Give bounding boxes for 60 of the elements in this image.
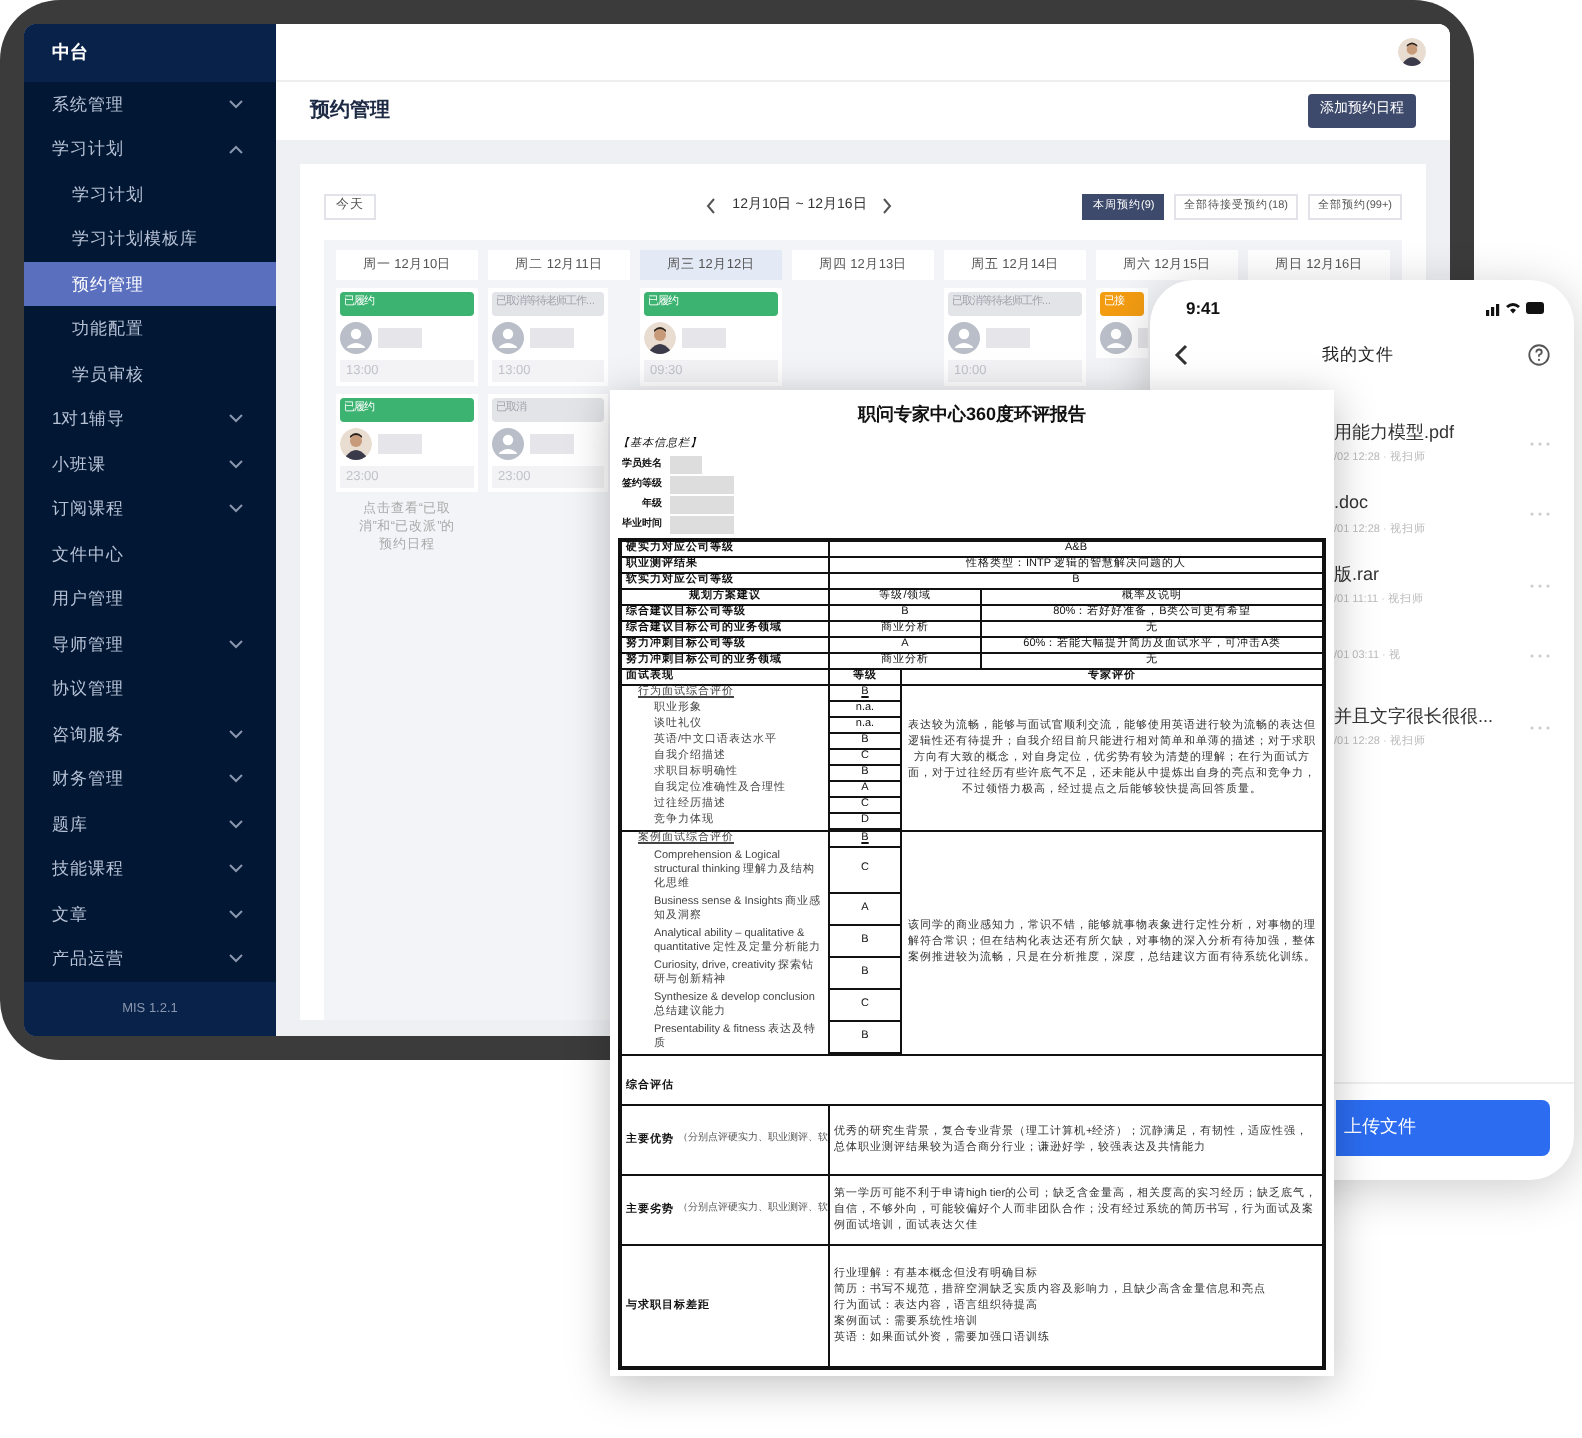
file-name[interactable]: 版.rar: [1334, 561, 1425, 589]
chevron-down-icon: [228, 864, 244, 875]
redacted-name: [378, 328, 422, 348]
sidebar-item[interactable]: 订阅课程: [24, 486, 276, 532]
chevron-down-icon: [228, 954, 244, 965]
redacted-value: [670, 495, 734, 514]
sidebar-item[interactable]: 小班课: [24, 441, 276, 487]
chevron-down-icon: [228, 774, 244, 785]
help-icon[interactable]: [1528, 343, 1550, 365]
sidebar-item[interactable]: 导师管理: [24, 621, 276, 667]
sidebar-item[interactable]: 文件中心: [24, 531, 276, 577]
sidebar-item[interactable]: 文章: [24, 891, 276, 937]
redacted-value: [670, 515, 734, 534]
sidebar-subitem[interactable]: 学员审核: [24, 351, 276, 397]
sidebar-item[interactable]: 学习计划: [24, 126, 276, 172]
upload-button[interactable]: 上传文件: [1336, 1100, 1550, 1156]
sidebar-item[interactable]: 用户管理: [24, 576, 276, 622]
file-name[interactable]: 用能力模型.pdf: [1334, 419, 1455, 447]
status-icons: [1486, 300, 1546, 316]
sidebar-item[interactable]: 产品运营: [24, 936, 276, 982]
user-avatar-icon: [1100, 322, 1132, 354]
chevron-down-icon: [228, 459, 244, 470]
page-title: 预约管理: [310, 97, 390, 126]
chevron-down-icon: [228, 819, 244, 830]
chevron-down-icon: [228, 729, 244, 740]
chevron-left-icon[interactable]: [706, 198, 717, 214]
redacted-name: [530, 434, 574, 454]
app-title: 中台: [52, 39, 88, 66]
chevron-right-icon[interactable]: [882, 198, 893, 214]
back-icon[interactable]: [1174, 343, 1188, 365]
sidebar-subitem[interactable]: 功能配置: [24, 306, 276, 352]
status-time: 9:41: [1186, 295, 1221, 321]
redacted-name: [986, 328, 1030, 348]
user-avatar-icon: [948, 322, 980, 354]
file-name[interactable]: 并且文字很长很很...: [1334, 703, 1494, 731]
user-avatar-icon: [492, 322, 524, 354]
sidebar-item[interactable]: 协议管理: [24, 666, 276, 712]
sidebar-item[interactable]: 咨询服务: [24, 711, 276, 757]
sidebar-item[interactable]: 系统管理: [24, 81, 276, 127]
redacted-name: [682, 328, 726, 348]
sidebar-subitem[interactable]: 学习计划模板库: [24, 216, 276, 262]
chevron-down-icon: [228, 639, 244, 650]
chevron-up-icon: [228, 144, 244, 155]
redacted-name: [530, 328, 574, 348]
document-title: 职问专家中心360度环评报告: [855, 402, 1089, 428]
chevron-down-icon: [228, 414, 244, 425]
user-avatar-icon: [492, 428, 524, 460]
sidebar-subitem[interactable]: 学习计划: [24, 171, 276, 217]
sidebar-item[interactable]: 财务管理: [24, 756, 276, 802]
sidebar-item[interactable]: 技能课程: [24, 846, 276, 892]
user-avatar-icon: [340, 322, 372, 354]
sidebar-subitem[interactable]: 预约管理: [24, 261, 276, 307]
sidebar-item[interactable]: 1对1辅导: [24, 396, 276, 442]
chevron-down-icon: [228, 909, 244, 920]
file-name[interactable]: .doc: [1334, 490, 1426, 518]
screen-title: 我的文件: [1322, 341, 1394, 367]
redacted-name: [378, 434, 422, 454]
chevron-down-icon: [228, 99, 244, 110]
sidebar-item[interactable]: 题库: [24, 801, 276, 847]
chevron-down-icon: [228, 504, 244, 515]
